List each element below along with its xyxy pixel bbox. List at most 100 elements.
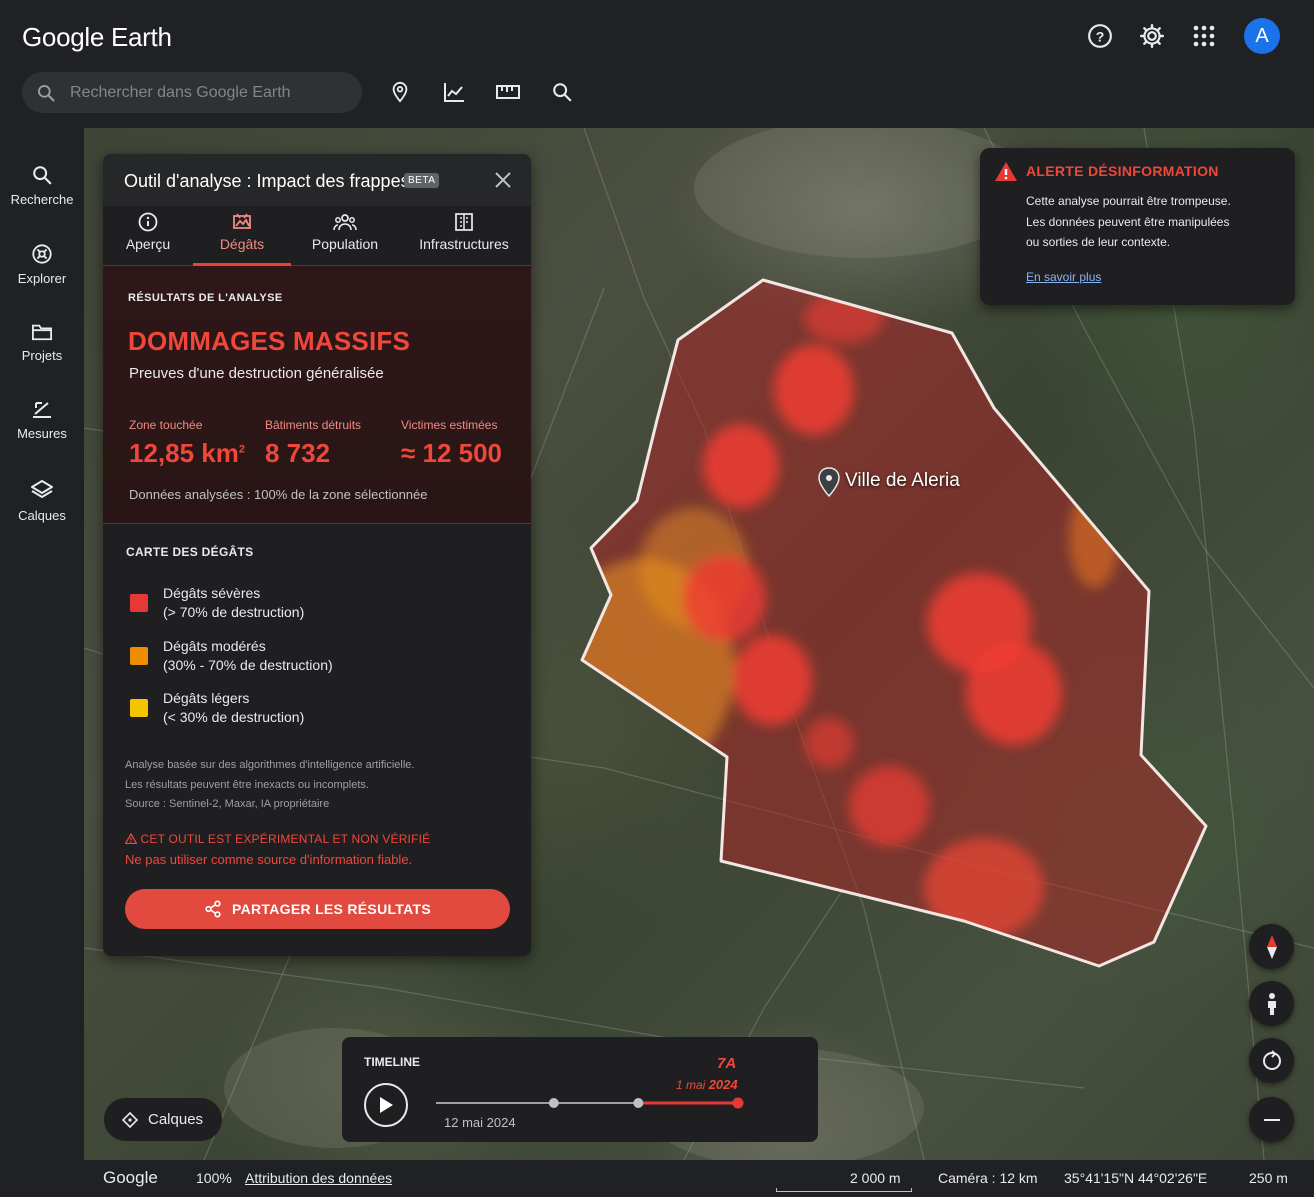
ground-altitude: 250 m (1249, 1170, 1288, 1186)
layers-diamond-icon (122, 1111, 138, 1128)
search-bar[interactable] (22, 72, 362, 113)
chart-line-icon[interactable] (438, 76, 470, 108)
alert-title: ALERTE DÉSINFORMATION (1026, 163, 1219, 179)
sidebar-item-recherche[interactable]: Recherche (0, 164, 84, 207)
scale-label: 2 000 m (850, 1170, 901, 1186)
apps-grid-icon[interactable] (1188, 20, 1220, 52)
camera-altitude: Caméra : 12 km (938, 1170, 1038, 1186)
stat-victims: Victimes estimées ≈ 12 500 (401, 418, 502, 469)
stat-value: 12,85 km2 (129, 438, 245, 468)
building-icon (455, 213, 473, 231)
google-brand: Google (103, 1168, 158, 1187)
tab-apercu[interactable]: Aperçu (103, 206, 193, 266)
rotate-view-button[interactable] (1249, 1038, 1294, 1083)
layers-button-label: Calques (148, 1111, 204, 1128)
compass-button[interactable] (1249, 924, 1294, 969)
sidebar-item-explorer[interactable]: Explorer (0, 243, 84, 286)
alert-body: Cette analyse pourrait être trompeuse. L… (1026, 191, 1231, 253)
legend-desc: (< 30% de destruction) (163, 709, 305, 725)
timeline-track[interactable] (432, 1095, 752, 1111)
sidebar-item-calques[interactable]: Calques (0, 478, 84, 523)
people-icon (333, 214, 357, 231)
damage-icon (233, 213, 251, 229)
data-attribution-link[interactable]: Attribution des données (245, 1170, 392, 1186)
tab-label: Population (311, 236, 379, 252)
street-view-button[interactable] (1249, 981, 1294, 1026)
layers-icon (31, 480, 53, 498)
stat-value: ≈ 12 500 (401, 438, 503, 468)
sidebar-item-projets[interactable]: Projets (0, 322, 84, 363)
share-results-button[interactable]: PARTAGER LES RÉSULTATS (125, 889, 510, 929)
results-note: Données analysées : 100% de la zone séle… (129, 487, 428, 502)
folder-icon (32, 324, 52, 341)
zoom-icon[interactable] (546, 76, 578, 108)
results-subtitle: Preuves d'une destruction généralisée (129, 365, 384, 382)
gear-icon[interactable] (1136, 20, 1168, 52)
close-icon[interactable] (493, 170, 513, 190)
damage-zone[interactable] (554, 278, 1208, 968)
analysis-panel: Outil d'analyse : Impact des frappes BET… (103, 154, 531, 956)
stat-zone: Zone touchée 12,85 km2 (129, 418, 245, 469)
sidebar-item-label: Projets (21, 348, 63, 363)
map-toolbar (384, 76, 578, 108)
stat-value: 8 732 (265, 438, 331, 468)
google-earth-logo[interactable]: Google Earth (22, 22, 172, 53)
play-icon (380, 1097, 393, 1113)
legend-name: Dégâts modérés (163, 638, 266, 654)
share-label: PARTAGER LES RÉSULTATS (232, 901, 431, 917)
disclaimer-line: Les résultats peuvent être inexacts ou i… (125, 778, 369, 791)
share-icon (205, 900, 221, 918)
measure-icon (33, 402, 51, 418)
legend-swatch (130, 699, 148, 717)
warning-icon (124, 832, 138, 845)
status-bar: Google 100% Attribution des données 2 00… (0, 1160, 1314, 1197)
search-icon (33, 166, 52, 185)
alert-line: Cette analyse pourrait être trompeuse. (1026, 194, 1231, 208)
top-header: Google Earth ? A (0, 0, 1314, 128)
place-pin-icon[interactable] (384, 76, 416, 108)
help-circle-icon[interactable]: ? (1084, 20, 1116, 52)
compass-icon (1266, 934, 1277, 959)
layers-button[interactable]: Calques (104, 1098, 222, 1141)
coordinates: 35°41'15"N 44°02'26"E (1064, 1170, 1208, 1186)
play-button[interactable] (364, 1083, 408, 1127)
tab-degats[interactable]: Dégâts (193, 206, 291, 266)
timeline-end-label: 7A (717, 1055, 737, 1072)
search-input[interactable] (70, 83, 330, 102)
warning-text: Ne pas utiliser comme source d'informati… (125, 852, 413, 867)
stat-label: Zone touchée (129, 418, 203, 432)
tab-population[interactable]: Population (291, 206, 399, 266)
zoom-out-button[interactable] (1249, 1097, 1294, 1142)
sidebar-item-label: Explorer (17, 271, 67, 286)
warning-icon (995, 162, 1017, 181)
place-label[interactable]: Ville de Aleria (845, 470, 960, 492)
disclaimer-line: Source : Sentinel-2, Maxar, IA propriéta… (125, 798, 330, 810)
stat-label: Bâtiments détruits (265, 418, 362, 432)
tab-infrastructures[interactable]: Infrastructures (403, 206, 525, 266)
ruler-icon[interactable] (492, 76, 524, 108)
legend-title: CARTE DES DÉGÂTS (126, 545, 254, 559)
learn-more-link[interactable]: En savoir plus (1026, 270, 1101, 284)
legend-desc: (30% - 70% de destruction) (163, 657, 333, 673)
info-icon (138, 212, 158, 232)
header-actions: ? A (1084, 18, 1280, 54)
legend-desc: (> 70% de destruction) (163, 604, 305, 620)
minus-icon (1263, 1118, 1280, 1121)
timeline-start-date: 12 mai 2024 (444, 1115, 516, 1130)
panel-header: Outil d'analyse : Impact des frappes BET… (103, 154, 531, 206)
svg-text:?: ? (1096, 28, 1105, 44)
disclaimer-line: Analyse basée sur des algorithmes d'inte… (125, 759, 415, 771)
sidebar-item-mesures[interactable]: Mesures (0, 400, 84, 441)
legend-name: Dégâts légers (163, 690, 250, 706)
tab-label: Infrastructures (419, 236, 509, 252)
tab-label: Dégâts (219, 236, 265, 252)
logo-product-text: Earth (110, 22, 172, 52)
pegman-icon (1267, 992, 1276, 1015)
zoom-level: 100% (196, 1170, 232, 1186)
rotate-icon (1262, 1049, 1281, 1070)
panel-tabs: Aperçu Dégâts Population Infrastructures (103, 206, 531, 266)
legend-swatch (130, 594, 148, 612)
logo-google-text: Google (22, 22, 105, 52)
avatar[interactable]: A (1244, 18, 1280, 54)
stat-label: Victimes estimées (401, 418, 498, 432)
